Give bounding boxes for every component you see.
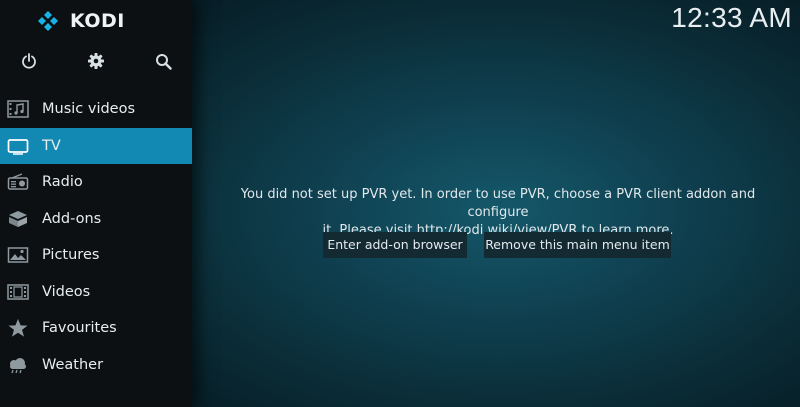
- top-icon-bar: [0, 49, 192, 73]
- menu-item-label: Radio: [42, 174, 83, 191]
- enter-addon-browser-button[interactable]: Enter add-on browser: [323, 232, 467, 258]
- menu-item-music-videos[interactable]: Music videos: [0, 91, 192, 128]
- film-strip-icon: [6, 282, 30, 302]
- kodi-logo[interactable]: KODI: [36, 9, 125, 33]
- sidebar: KODI Music videos TV Radio Add-ons Pictu…: [0, 0, 192, 407]
- menu-item-pictures[interactable]: Pictures: [0, 237, 192, 274]
- menu-item-radio[interactable]: Radio: [0, 164, 192, 201]
- menu-item-label: Add-ons: [42, 210, 102, 227]
- menu-item-add-ons[interactable]: Add-ons: [0, 201, 192, 238]
- menu-item-label: Pictures: [42, 247, 100, 264]
- menu-item-favourites[interactable]: Favourites: [0, 310, 192, 347]
- menu-item-weather[interactable]: Weather: [0, 347, 192, 384]
- settings-gear-icon[interactable]: [84, 49, 108, 73]
- star-icon: [6, 318, 30, 338]
- menu-item-label: TV: [42, 137, 61, 154]
- message-line-1: You did not set up PVR yet. In order to …: [240, 187, 756, 220]
- picture-icon: [6, 245, 30, 265]
- kodi-logo-icon: [38, 11, 58, 31]
- menu-item-label: Weather: [42, 356, 104, 373]
- menu-item-tv[interactable]: TV: [0, 127, 192, 164]
- main-menu: Music videos TV Radio Add-ons Pictures V…: [0, 91, 192, 383]
- music-video-icon: [6, 99, 30, 119]
- menu-item-label: Music videos: [42, 101, 136, 118]
- power-icon[interactable]: [17, 49, 41, 73]
- addons-box-icon: [6, 209, 30, 229]
- menu-item-label: Videos: [42, 283, 91, 300]
- clock: 12:33 AM: [671, 2, 792, 33]
- brand-name: KODI: [70, 10, 125, 32]
- tv-icon: [6, 136, 30, 156]
- search-icon[interactable]: [151, 49, 175, 73]
- menu-item-videos[interactable]: Videos: [0, 274, 192, 311]
- menu-item-label: Favourites: [42, 320, 117, 337]
- radio-icon: [6, 172, 30, 192]
- remove-main-menu-item-button[interactable]: Remove this main menu item: [484, 232, 671, 258]
- weather-cloud-icon: [6, 355, 30, 375]
